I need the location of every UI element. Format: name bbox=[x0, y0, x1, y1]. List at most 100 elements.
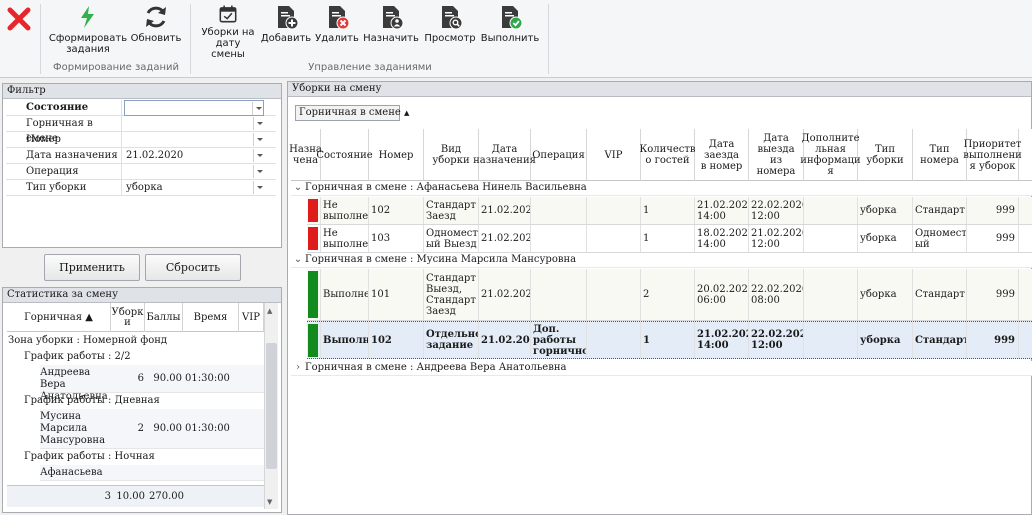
scroll-up-icon[interactable]: ▲ bbox=[267, 307, 272, 315]
cell-cleaning-type: уборка bbox=[858, 225, 913, 252]
group-label-tasks: Формирование заданий bbox=[53, 62, 179, 73]
chevron-down-icon[interactable] bbox=[253, 133, 264, 146]
stats-row[interactable]: Андреева Вера Анатольевна 6 90.00 01:30:00 bbox=[40, 365, 264, 402]
chevron-down-icon[interactable] bbox=[253, 117, 264, 130]
sort-asc-icon: ▲ bbox=[403, 109, 410, 117]
filter-row[interactable]: Операция bbox=[6, 164, 276, 180]
generate-tasks-button[interactable]: Сформировать задания bbox=[49, 4, 127, 60]
filter-label: Номер bbox=[6, 132, 122, 148]
grid-col-header[interactable]: VIP bbox=[587, 129, 641, 181]
cell-priority: 999 bbox=[967, 225, 1019, 252]
cell-room-type: Одноместн ый bbox=[913, 225, 967, 252]
stats-schedule-group[interactable]: График работы : Дневная bbox=[24, 393, 160, 409]
grid-col-header[interactable]: Дата выезда из номера bbox=[749, 129, 804, 181]
stats-col-time[interactable]: Время bbox=[183, 303, 239, 332]
apply-button[interactable]: Применить bbox=[44, 254, 140, 281]
filter-row[interactable]: Горничная в смене bbox=[6, 116, 276, 144]
grid-group-row[interactable]: ⌄ Горничная в смене : Мусина Марсила Манс… bbox=[291, 253, 1032, 268]
group-by-chip[interactable]: Горничная в смене ▲ bbox=[295, 105, 409, 121]
grid-col-header[interactable]: Операция bbox=[531, 129, 587, 181]
stats-scrollbar[interactable]: ▲ ▼ bbox=[264, 303, 278, 509]
refresh-button[interactable]: Обновить bbox=[128, 4, 184, 60]
status-indicator bbox=[308, 227, 318, 250]
reset-button[interactable]: Сбросить bbox=[145, 254, 241, 281]
grid-row[interactable]: Не выполнена102Стандарт Заезд21.02.2020 1… bbox=[307, 197, 1032, 225]
grid-group-row[interactable]: ⌄ Горничная в смене : Афанасьева Нинель В… bbox=[291, 181, 1032, 196]
stats-schedule-group[interactable]: График работы : Ночная bbox=[24, 449, 155, 465]
filter-value[interactable]: уборка bbox=[124, 180, 264, 196]
filter-row[interactable]: Тип уборки уборка bbox=[6, 180, 276, 196]
chevron-down-icon[interactable] bbox=[253, 181, 264, 194]
scroll-thumb[interactable] bbox=[266, 343, 277, 469]
stats-table-header: Горничная ▲ Уборк и Баллы Время VIP bbox=[7, 303, 264, 332]
cell-state: Выполнена bbox=[321, 269, 369, 320]
filter-row[interactable]: Дата назначения 21.02.2020 bbox=[6, 148, 276, 164]
chevron-down-icon[interactable]: ⌄ bbox=[291, 181, 305, 195]
cell-date: 21.02.2020 bbox=[479, 269, 531, 320]
grid-col-header[interactable]: Состояние bbox=[316, 129, 373, 181]
chevron-right-icon[interactable]: › bbox=[291, 361, 305, 375]
delete-button[interactable]: Удалить bbox=[314, 4, 360, 60]
chevron-down-icon[interactable] bbox=[253, 165, 264, 178]
grid-col-header[interactable]: Дополните льная информаци я bbox=[800, 129, 861, 181]
grid-row[interactable]: Выполнена102Отдельное задание21.02.2020Д… bbox=[307, 321, 1032, 359]
grid-group-label: Горничная в смене : Афанасьева Нинель Ва… bbox=[305, 182, 587, 193]
cell-room-type: Стандарт bbox=[913, 322, 967, 358]
chevron-down-icon[interactable] bbox=[252, 102, 263, 115]
cell-state: Не выполнена bbox=[321, 225, 369, 252]
cell-priority: 999 bbox=[967, 197, 1019, 224]
stats-col-points[interactable]: Баллы bbox=[145, 303, 183, 332]
grid-col-header[interactable]: Дата заезда в номер bbox=[695, 129, 749, 181]
grid-col-header[interactable]: Тип уборки bbox=[858, 129, 913, 181]
status-indicator bbox=[308, 271, 318, 318]
scroll-down-icon[interactable]: ▼ bbox=[267, 498, 272, 506]
filter-value[interactable] bbox=[124, 132, 264, 148]
stats-col-maid[interactable]: Горничная ▲ bbox=[7, 303, 111, 332]
grid-col-header[interactable]: Тип номера bbox=[913, 129, 967, 181]
filter-label: Состояние bbox=[6, 100, 122, 116]
cell-room-type: Стандарт bbox=[913, 197, 967, 224]
assign-document-icon bbox=[383, 6, 404, 30]
grid-group-row[interactable]: › Горничная в смене : Андреева Вера Анато… bbox=[291, 361, 1032, 376]
assign-button[interactable]: Назначить bbox=[363, 4, 419, 60]
filter-value[interactable]: 21.02.2020 bbox=[124, 148, 264, 164]
add-document-icon bbox=[278, 6, 299, 30]
stats-row[interactable]: Мусина Марсила Мансуровна 2 90.00 01:30:00 bbox=[40, 409, 264, 449]
grid-col-header[interactable]: Дата назначения bbox=[473, 129, 536, 181]
view-label: Просмотр bbox=[424, 33, 476, 44]
grid-row[interactable]: Выполнена101Стандарт Выезд, Стандарт Зае… bbox=[307, 269, 1032, 321]
close-icon[interactable] bbox=[6, 6, 32, 32]
stats-col-cleanings[interactable]: Уборк и bbox=[111, 303, 145, 332]
filter-value[interactable] bbox=[124, 116, 264, 132]
cell-checkout: 21.02.2020 12:00 bbox=[749, 225, 804, 252]
filter-value[interactable] bbox=[124, 100, 264, 116]
filter-row[interactable]: Номер bbox=[6, 132, 276, 148]
cell-assigned bbox=[307, 225, 321, 252]
grid-header: Назна чена Состояние Номер Вид уборки Дата н… bbox=[289, 129, 1032, 181]
filter-value[interactable] bbox=[124, 164, 264, 180]
cell-priority: 999 bbox=[967, 269, 1019, 320]
stats-row[interactable]: Афанасьева bbox=[40, 465, 264, 481]
chevron-down-icon[interactable]: ⌄ bbox=[291, 253, 305, 267]
filter-row[interactable]: Состояние bbox=[6, 100, 276, 116]
refresh-icon bbox=[146, 6, 166, 28]
stats-schedule-group[interactable]: График работы : 2/2 bbox=[24, 349, 131, 365]
filter-label: Горничная в смене bbox=[6, 116, 122, 144]
stats-col-vip[interactable]: VIP bbox=[239, 303, 264, 332]
execute-label: Выполнить bbox=[480, 33, 540, 44]
grid-col-header[interactable]: Вид уборки bbox=[424, 129, 479, 181]
grid-row[interactable]: Не выполнена103Одноместн ый Выезд21.02.2… bbox=[307, 225, 1032, 253]
shift-cleanings-button[interactable]: Уборки на дату смены bbox=[198, 4, 258, 60]
ribbon-separator bbox=[190, 4, 191, 74]
cell-info bbox=[804, 197, 858, 224]
grid-col-header[interactable]: Количеств о гостей bbox=[639, 129, 696, 181]
grid-col-header[interactable]: Приоритет выполнени я уборок bbox=[963, 129, 1022, 181]
execute-button[interactable]: Выполнить bbox=[480, 4, 540, 60]
view-button[interactable]: Просмотр bbox=[424, 4, 476, 60]
chevron-down-icon[interactable] bbox=[253, 149, 264, 162]
grid-col-header[interactable]: Номер bbox=[369, 129, 424, 181]
stats-count: 2 bbox=[137, 423, 144, 434]
add-button[interactable]: Добавить bbox=[261, 4, 311, 60]
assign-label: Назначить bbox=[363, 33, 419, 44]
cell-info bbox=[804, 225, 858, 252]
